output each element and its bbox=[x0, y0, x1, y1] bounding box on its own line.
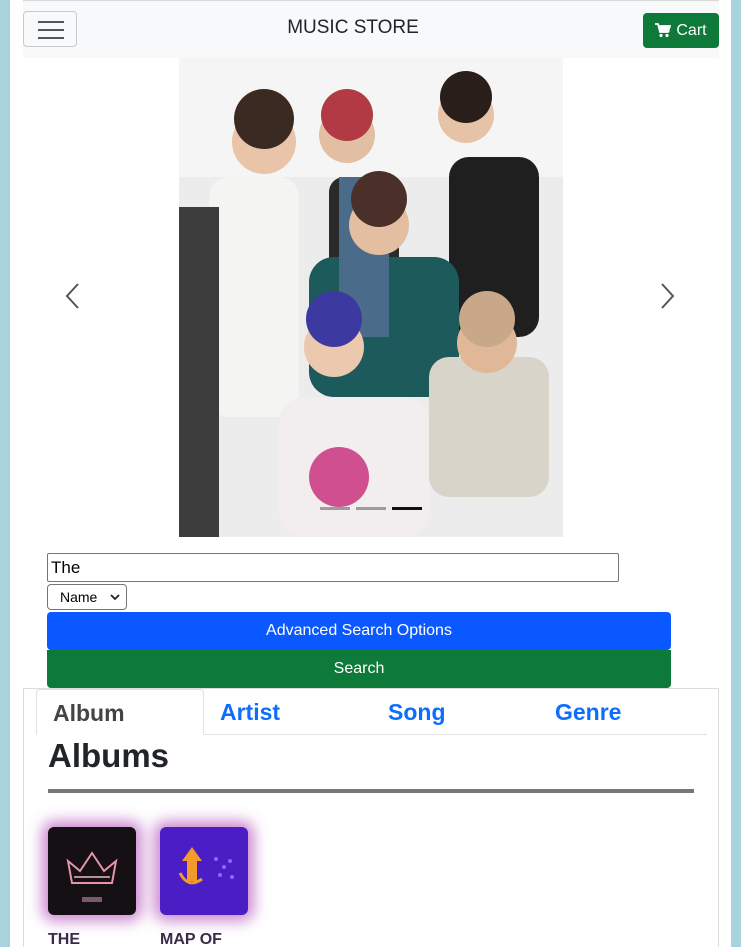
group-photo-image bbox=[179, 57, 563, 537]
cart-label: Cart bbox=[676, 21, 707, 39]
carousel-indicators bbox=[320, 507, 422, 510]
carousel-indicator-1[interactable] bbox=[320, 507, 350, 510]
album-name: THE bbox=[48, 931, 80, 947]
chevron-left-icon bbox=[65, 283, 79, 309]
chevron-down-icon bbox=[110, 593, 120, 600]
search-field-select[interactable]: Name bbox=[47, 584, 127, 610]
cart-button[interactable]: Cart bbox=[643, 13, 719, 48]
page: MUSIC STORE Cart The Name Advanced Searc… bbox=[10, 0, 731, 947]
image-carousel bbox=[23, 57, 719, 537]
shopping-cart-icon bbox=[655, 23, 672, 38]
hamburger-menu-icon-bar bbox=[38, 37, 64, 39]
navbar: MUSIC STORE Cart bbox=[23, 0, 719, 58]
album-name: MAP OF bbox=[160, 931, 222, 947]
results-card: Album Artist Song Genre Albums THE MAP O… bbox=[23, 688, 719, 947]
chevron-right-icon bbox=[661, 283, 675, 309]
carousel-next-button[interactable] bbox=[651, 281, 681, 311]
hamburger-menu-icon bbox=[38, 21, 64, 23]
hamburger-menu-icon-bar bbox=[38, 29, 64, 31]
divider bbox=[48, 789, 694, 793]
carousel-indicator-3[interactable] bbox=[392, 507, 422, 510]
album-cover bbox=[48, 827, 136, 915]
album-cover bbox=[160, 827, 248, 915]
tab-artist[interactable]: Artist bbox=[204, 689, 372, 734]
brand-title[interactable]: MUSIC STORE bbox=[223, 17, 483, 39]
crown-icon bbox=[48, 827, 136, 915]
advanced-search-button[interactable]: Advanced Search Options bbox=[47, 612, 671, 650]
category-tabs: Album Artist Song Genre bbox=[36, 689, 707, 735]
navbar-toggle-button[interactable] bbox=[23, 11, 77, 47]
search-field-selected-value: Name bbox=[60, 589, 98, 605]
album-card[interactable]: MAP OF bbox=[160, 827, 248, 947]
search-button[interactable]: Search bbox=[47, 650, 671, 688]
tab-album[interactable]: Album bbox=[36, 689, 204, 735]
album-card[interactable]: THE bbox=[48, 827, 136, 947]
carousel-prev-button[interactable] bbox=[59, 281, 89, 311]
carousel-indicator-2[interactable] bbox=[356, 507, 386, 510]
arrow-emblem-icon bbox=[160, 827, 248, 915]
carousel-slide-photo bbox=[179, 57, 563, 537]
section-title: Albums bbox=[48, 737, 170, 774]
tab-song[interactable]: Song bbox=[372, 689, 540, 734]
tab-genre[interactable]: Genre bbox=[539, 689, 707, 734]
search-input[interactable] bbox=[47, 553, 619, 582]
